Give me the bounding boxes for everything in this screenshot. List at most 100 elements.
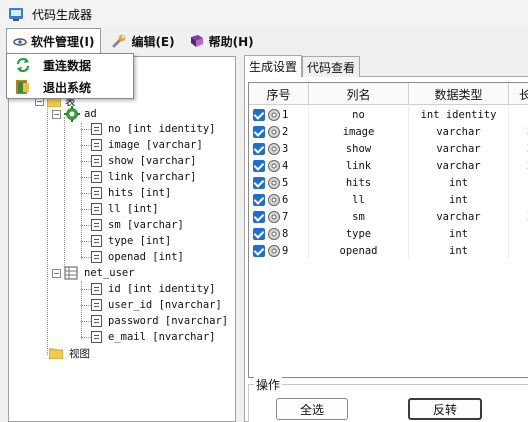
field-label: e_mail [nvarchar]: [108, 331, 216, 343]
row-checkbox[interactable]: [253, 193, 265, 206]
column-header-type[interactable]: 数据类型: [409, 83, 509, 105]
tree-field[interactable]: link [varchar]: [91, 169, 197, 185]
tree-field[interactable]: image [varchar]: [91, 137, 203, 153]
gear-icon: [268, 210, 280, 223]
tree-node-views[interactable]: 视图: [49, 345, 90, 361]
collapse-toggle[interactable]: −: [52, 109, 61, 119]
cell-type: int: [409, 225, 509, 242]
cell-no: 7: [282, 210, 289, 223]
operations-group-title: 操作: [254, 376, 283, 393]
columns-grid[interactable]: 序号 列名 数据类型 长 1 no int identity 2 image v…: [248, 82, 528, 378]
cell-name: sm: [309, 208, 409, 225]
field-label: ll [int]: [108, 203, 159, 215]
cell-length: [509, 242, 528, 259]
tree-node-label: 视图: [69, 347, 90, 360]
field-icon: [91, 155, 102, 167]
tree-field[interactable]: no [int identity]: [91, 121, 215, 137]
field-icon: [91, 315, 102, 327]
menu-label: 帮助(H): [208, 34, 254, 49]
tree-field[interactable]: id [int identity]: [91, 281, 215, 297]
cell-no: 5: [282, 176, 289, 189]
table-row[interactable]: 4 link varchar 2: [249, 157, 528, 174]
invert-button[interactable]: 反转: [408, 398, 482, 420]
collapse-toggle[interactable]: −: [52, 268, 61, 278]
cell-type: varchar: [409, 208, 509, 225]
gear-icon: [268, 159, 280, 172]
select-all-button[interactable]: 全选: [276, 398, 348, 420]
menu-item-label: 重连数据: [43, 58, 92, 73]
table-row[interactable]: 9 openad int: [249, 242, 528, 259]
table-row[interactable]: 5 hits int: [249, 174, 528, 191]
cell-type: varchar: [409, 157, 509, 174]
tree-node-table-ad[interactable]: − ad: [52, 106, 97, 122]
field-icon: [91, 235, 102, 247]
field-label: password [nvarchar]: [108, 315, 229, 327]
table-icon: [64, 266, 78, 280]
cell-name: show: [309, 140, 409, 157]
cell-name: hits: [309, 174, 409, 191]
cell-no: 1: [282, 108, 289, 121]
cell-length: 2: [509, 123, 528, 140]
tree-field[interactable]: password [nvarchar]: [91, 313, 228, 329]
column-header-name[interactable]: 列名: [309, 83, 409, 105]
tree-field[interactable]: sm [varchar]: [91, 217, 184, 233]
row-checkbox[interactable]: [253, 227, 265, 240]
cell-type: int: [409, 174, 509, 191]
menu-software-management[interactable]: 软件管理(I): [6, 28, 102, 54]
exit-door-icon: [16, 80, 29, 94]
field-label: image [varchar]: [108, 139, 203, 151]
tree-field[interactable]: type [int]: [91, 233, 171, 249]
tree-field[interactable]: openad [int]: [91, 249, 184, 265]
menu-help[interactable]: 帮助(H): [183, 28, 260, 54]
row-checkbox[interactable]: [253, 142, 265, 155]
object-tree[interactable]: − 表 − ad no [int identity] image [varcha…: [9, 57, 235, 421]
field-label: type [int]: [108, 235, 172, 247]
column-header-length[interactable]: 长: [509, 83, 528, 105]
field-label: link [varchar]: [108, 171, 197, 183]
tree-field[interactable]: show [varchar]: [91, 153, 197, 169]
cell-length: [509, 106, 528, 123]
menu-item-exit[interactable]: 退出系统: [7, 76, 133, 98]
menu-edit[interactable]: 编辑(E): [105, 28, 180, 54]
row-checkbox[interactable]: [253, 125, 265, 138]
cell-length: [509, 225, 528, 242]
tree-node-table-net-user[interactable]: − net_user: [52, 265, 135, 281]
grid-header: 序号 列名 数据类型 长: [249, 83, 528, 105]
tree-field[interactable]: e_mail [nvarchar]: [91, 329, 215, 345]
column-header-no[interactable]: 序号: [249, 83, 309, 105]
table-gear-icon: [64, 106, 80, 122]
field-icon: [91, 251, 102, 263]
tab-generation-settings[interactable]: 生成设置: [244, 55, 303, 77]
cell-type: varchar: [409, 140, 509, 157]
table-row[interactable]: 3 show varchar 2: [249, 140, 528, 157]
cell-no: 6: [282, 193, 289, 206]
gear-icon: [268, 193, 280, 206]
menu-bar: 软件管理(I) 编辑(E) 帮助(H): [0, 28, 528, 54]
row-checkbox[interactable]: [253, 159, 265, 172]
menu-item-reconnect[interactable]: 重连数据: [7, 54, 133, 76]
title-bar: 代码生成器: [0, 0, 528, 28]
table-row[interactable]: 1 no int identity: [249, 106, 528, 123]
row-checkbox[interactable]: [253, 244, 265, 257]
table-row[interactable]: 6 ll int: [249, 191, 528, 208]
row-checkbox[interactable]: [253, 176, 265, 189]
table-row[interactable]: 7 sm varchar 2: [249, 208, 528, 225]
book-icon: [190, 35, 203, 47]
field-icon: [91, 203, 102, 215]
field-label: no [int identity]: [108, 123, 216, 135]
cell-name: type: [309, 225, 409, 242]
cell-length: 2: [509, 208, 528, 225]
tree-field[interactable]: user_id [nvarchar]: [91, 297, 222, 313]
tree-field[interactable]: hits [int]: [91, 185, 171, 201]
tab-code-view[interactable]: 代码查看: [302, 56, 361, 77]
cell-no: 2: [282, 125, 289, 138]
folder-icon: [49, 348, 63, 359]
menu-item-label: 退出系统: [43, 80, 92, 95]
table-row[interactable]: 2 image varchar 2: [249, 123, 528, 140]
table-row[interactable]: 8 type int: [249, 225, 528, 242]
tree-field[interactable]: ll [int]: [91, 201, 159, 217]
row-checkbox[interactable]: [253, 210, 265, 223]
field-label: show [varchar]: [108, 155, 197, 167]
row-checkbox[interactable]: [253, 108, 265, 121]
field-icon: [91, 219, 102, 231]
